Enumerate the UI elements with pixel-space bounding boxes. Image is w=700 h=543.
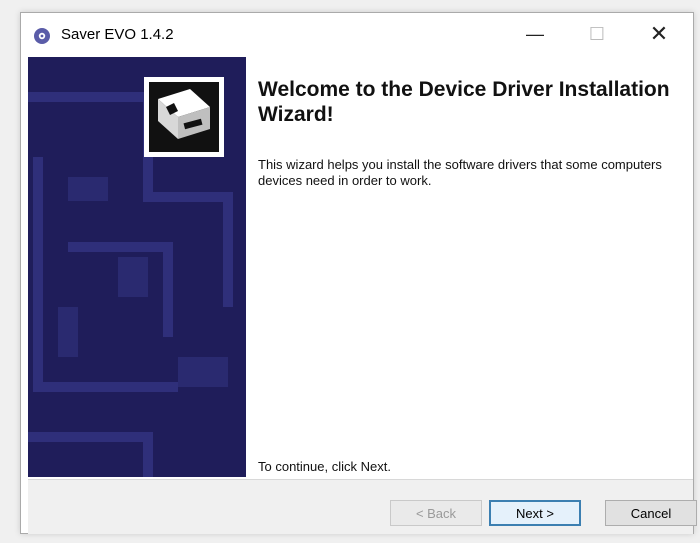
wizard-description: This wizard helps you install the softwa… <box>258 157 662 188</box>
minimize-button[interactable]: — <box>507 13 563 55</box>
title-bar[interactable]: Saver EVO 1.4.2 — ☐ ✕ <box>21 13 693 55</box>
welcome-heading: Welcome to the Device Driver Installatio… <box>258 78 670 126</box>
wizard-side-banner <box>28 57 246 477</box>
driver-install-icon <box>144 77 224 157</box>
maximize-button[interactable]: ☐ <box>569 13 625 55</box>
window-title: Saver EVO 1.4.2 <box>61 26 174 43</box>
cancel-button[interactable]: Cancel <box>605 500 697 526</box>
back-button[interactable]: < Back <box>390 500 482 526</box>
wizard-content: Welcome to the Device Driver Installatio… <box>246 57 693 477</box>
close-button[interactable]: ✕ <box>631 13 687 55</box>
next-button[interactable]: Next > <box>489 500 581 526</box>
button-bar: < Back Next > Cancel <box>28 479 697 534</box>
gear-icon <box>34 28 50 44</box>
installer-window: Saver EVO 1.4.2 — ☐ ✕ Welcome to the Dev… <box>20 12 697 534</box>
continue-hint: To continue, click Next. <box>258 459 391 474</box>
